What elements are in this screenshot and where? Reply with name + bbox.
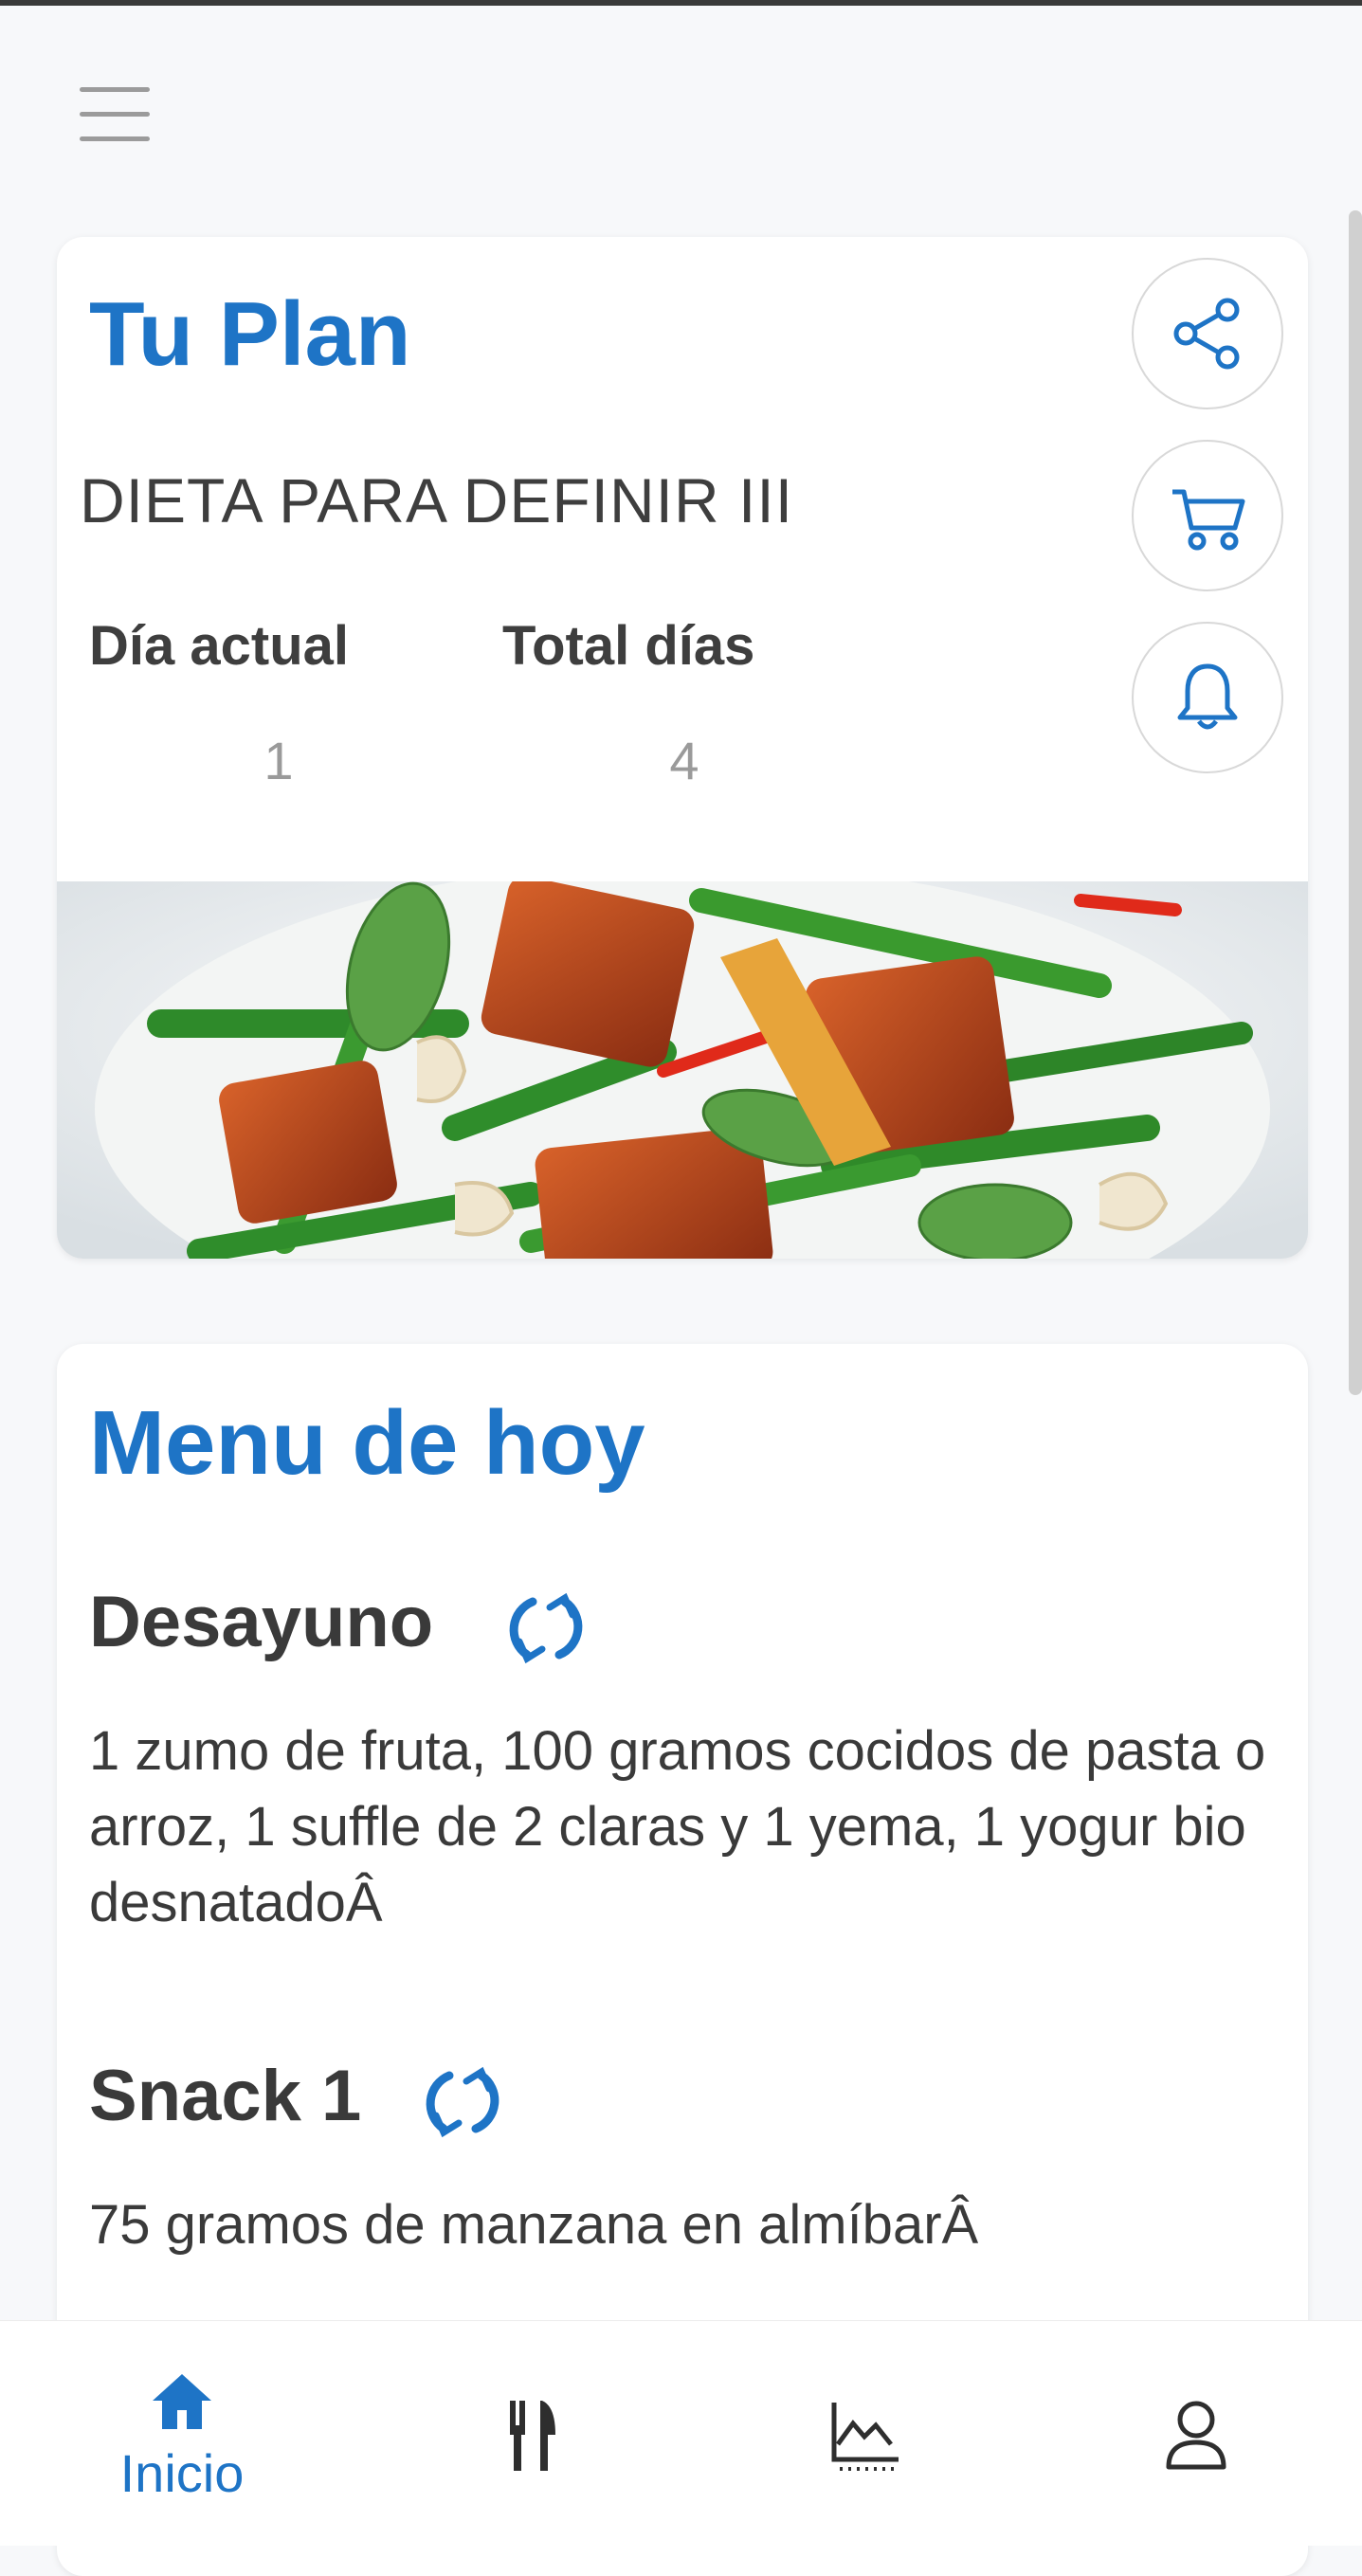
nav-label-inicio: Inicio <box>119 2443 245 2503</box>
meal-photo <box>57 881 1308 1259</box>
nav-item-profile[interactable] <box>1054 2321 1338 2546</box>
menu-title: Menu de hoy <box>89 1392 645 1494</box>
home-icon <box>153 2374 211 2429</box>
share-icon <box>1173 298 1240 370</box>
meal-description-snack-1: 75 gramos de manzana en almíbarÂ <box>89 2194 979 2256</box>
top-border <box>0 0 1362 6</box>
scrollbar[interactable] <box>1349 210 1362 1395</box>
total-days-label: Total días <box>502 615 755 677</box>
nav-item-menu[interactable] <box>390 2321 675 2546</box>
plan-card: Tu Plan DIETA PARA DEFINIR III Día actua… <box>57 237 1308 1259</box>
bell-icon <box>1177 663 1238 730</box>
chart-icon <box>831 2403 899 2471</box>
current-day-value: 1 <box>263 731 294 790</box>
refresh-icon[interactable] <box>504 1587 588 1670</box>
hamburger-icon <box>80 87 150 92</box>
hamburger-menu-button[interactable] <box>80 83 152 146</box>
plan-title: Tu Plan <box>89 283 411 385</box>
refresh-icon[interactable] <box>421 2060 504 2144</box>
cart-icon <box>1172 489 1245 551</box>
current-day-label: Día actual <box>89 615 349 677</box>
utensils-icon <box>510 2401 555 2471</box>
cart-button[interactable] <box>1132 440 1283 591</box>
user-icon <box>1166 2401 1226 2470</box>
plan-name: DIETA PARA DEFINIR III <box>80 465 794 535</box>
share-button[interactable] <box>1132 258 1283 409</box>
notifications-button[interactable] <box>1132 622 1283 773</box>
meal-description-desayuno: 1 zumo de fruta, 100 gramos cocidos de p… <box>89 1720 1266 1933</box>
bottom-navigation: Inicio <box>0 2320 1362 2546</box>
nav-item-inicio[interactable]: Inicio <box>40 2321 324 2546</box>
nav-item-progress[interactable] <box>722 2321 1007 2546</box>
total-days-value: 4 <box>669 731 699 790</box>
meal-title-desayuno: Desayuno <box>89 1582 434 1662</box>
meal-title-snack-1: Snack 1 <box>89 2056 362 2136</box>
